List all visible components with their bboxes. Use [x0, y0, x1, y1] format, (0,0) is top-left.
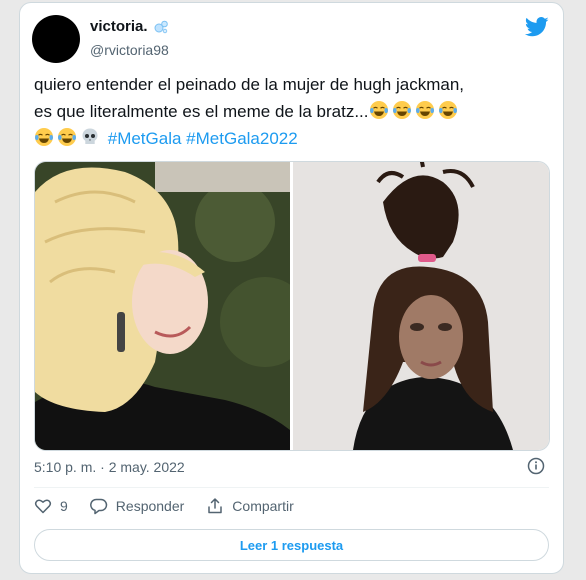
- avatar[interactable]: [32, 15, 80, 63]
- face-with-tears-of-joy-icon: [392, 101, 411, 119]
- skull-icon: [82, 128, 98, 144]
- divider: [34, 487, 549, 488]
- doll-photo: [293, 162, 549, 450]
- woman-photo: [35, 162, 290, 450]
- photo-left[interactable]: [35, 162, 290, 450]
- face-with-tears-of-joy-icon: [415, 101, 434, 119]
- tweet-text: quiero entender el peinado de la mujer d…: [34, 71, 554, 152]
- like-button[interactable]: 9: [34, 497, 68, 515]
- timestamp[interactable]: 5:10 p. m. · 2 may. 2022: [34, 459, 185, 475]
- hashtag-metgala[interactable]: #MetGala: [108, 129, 182, 148]
- face-with-tears-of-joy-icon: [35, 128, 53, 146]
- tweet-text-line2: es que literalmente es el meme de la bra…: [34, 102, 369, 121]
- hashtag-metgala2022[interactable]: #MetGala2022: [186, 129, 298, 148]
- name-row: victoria.: [90, 18, 169, 35]
- like-count: 9: [60, 498, 68, 514]
- tweet-text-line1: quiero entender el peinado de la mujer d…: [34, 75, 465, 94]
- share-icon: [208, 498, 223, 514]
- media-grid[interactable]: [34, 161, 550, 451]
- reply-button[interactable]: Responder: [89, 497, 185, 515]
- user-handle[interactable]: @rvictoria98: [90, 42, 169, 58]
- share-label: Compartir: [232, 498, 294, 514]
- tweet-card: victoria. @rvictoria98 quiero entender e…: [19, 2, 564, 574]
- photo-right[interactable]: [293, 162, 549, 450]
- heart-icon: [34, 499, 52, 514]
- face-with-tears-of-joy-icon: [369, 101, 388, 119]
- info-icon[interactable]: [527, 457, 545, 475]
- share-button[interactable]: Compartir: [206, 497, 294, 515]
- read-replies-button[interactable]: Leer 1 respuesta: [34, 529, 549, 561]
- face-with-tears-of-joy-icon: [438, 101, 457, 119]
- reply-icon: [89, 498, 107, 515]
- bubbles-icon: [154, 20, 168, 33]
- face-with-tears-of-joy-icon: [58, 128, 76, 146]
- action-bar: 9 Responder Compartir: [34, 497, 316, 515]
- display-name[interactable]: victoria.: [90, 18, 148, 35]
- twitter-bird-icon[interactable]: [525, 17, 549, 37]
- reply-label: Responder: [115, 498, 185, 514]
